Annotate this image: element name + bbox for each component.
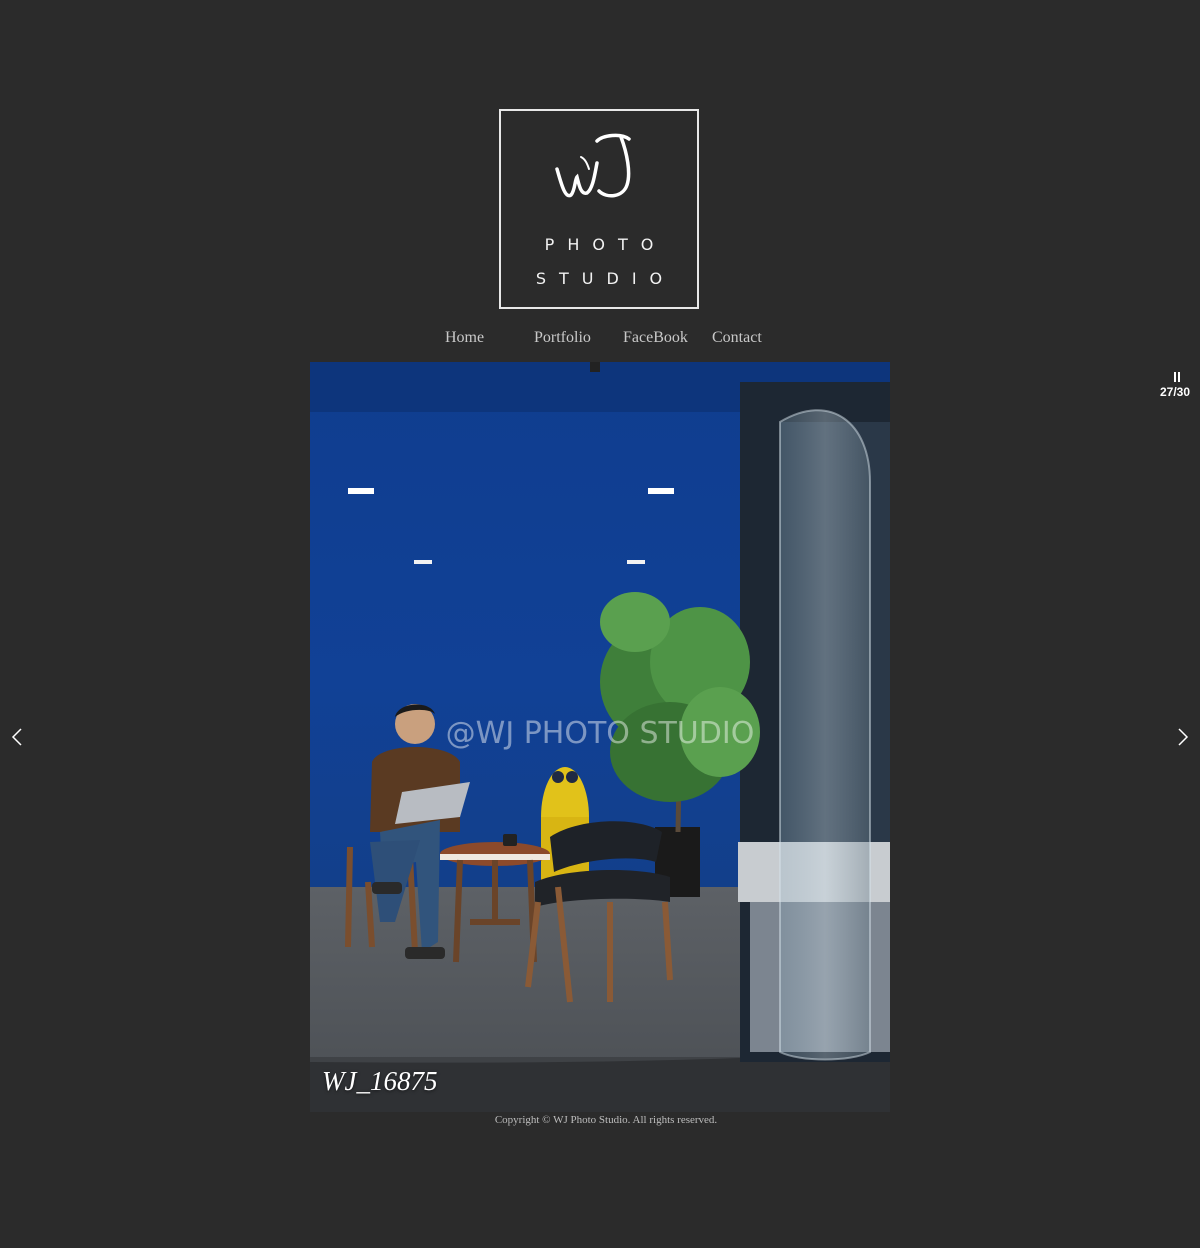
- page: PHOTO STUDIO Home Portfolio FaceBook Con…: [0, 0, 1200, 1248]
- wj-signature-mark: [555, 133, 631, 198]
- photo-illustration: [310, 362, 890, 1112]
- slideshow-photo[interactable]: @WJ PHOTO STUDIO WJ_16875: [310, 362, 890, 1112]
- slide-counter: 27/30: [1159, 385, 1191, 399]
- pause-icon[interactable]: [1172, 372, 1182, 384]
- nav-facebook[interactable]: FaceBook: [623, 329, 688, 347]
- nav-home[interactable]: Home: [445, 329, 484, 347]
- logo-line-studio: STUDIO: [535, 269, 676, 288]
- photo-caption: WJ_16875: [322, 1066, 438, 1096]
- copyright-text: Copyright © WJ Photo Studio. All rights …: [494, 1114, 718, 1126]
- studio-logo[interactable]: PHOTO STUDIO: [499, 109, 699, 309]
- logo-line-photo: PHOTO: [544, 235, 667, 254]
- chevron-left-icon[interactable]: [10, 727, 24, 747]
- chevron-right-icon[interactable]: [1176, 727, 1190, 747]
- nav-contact[interactable]: Contact: [712, 329, 762, 347]
- nav-portfolio[interactable]: Portfolio: [534, 329, 591, 347]
